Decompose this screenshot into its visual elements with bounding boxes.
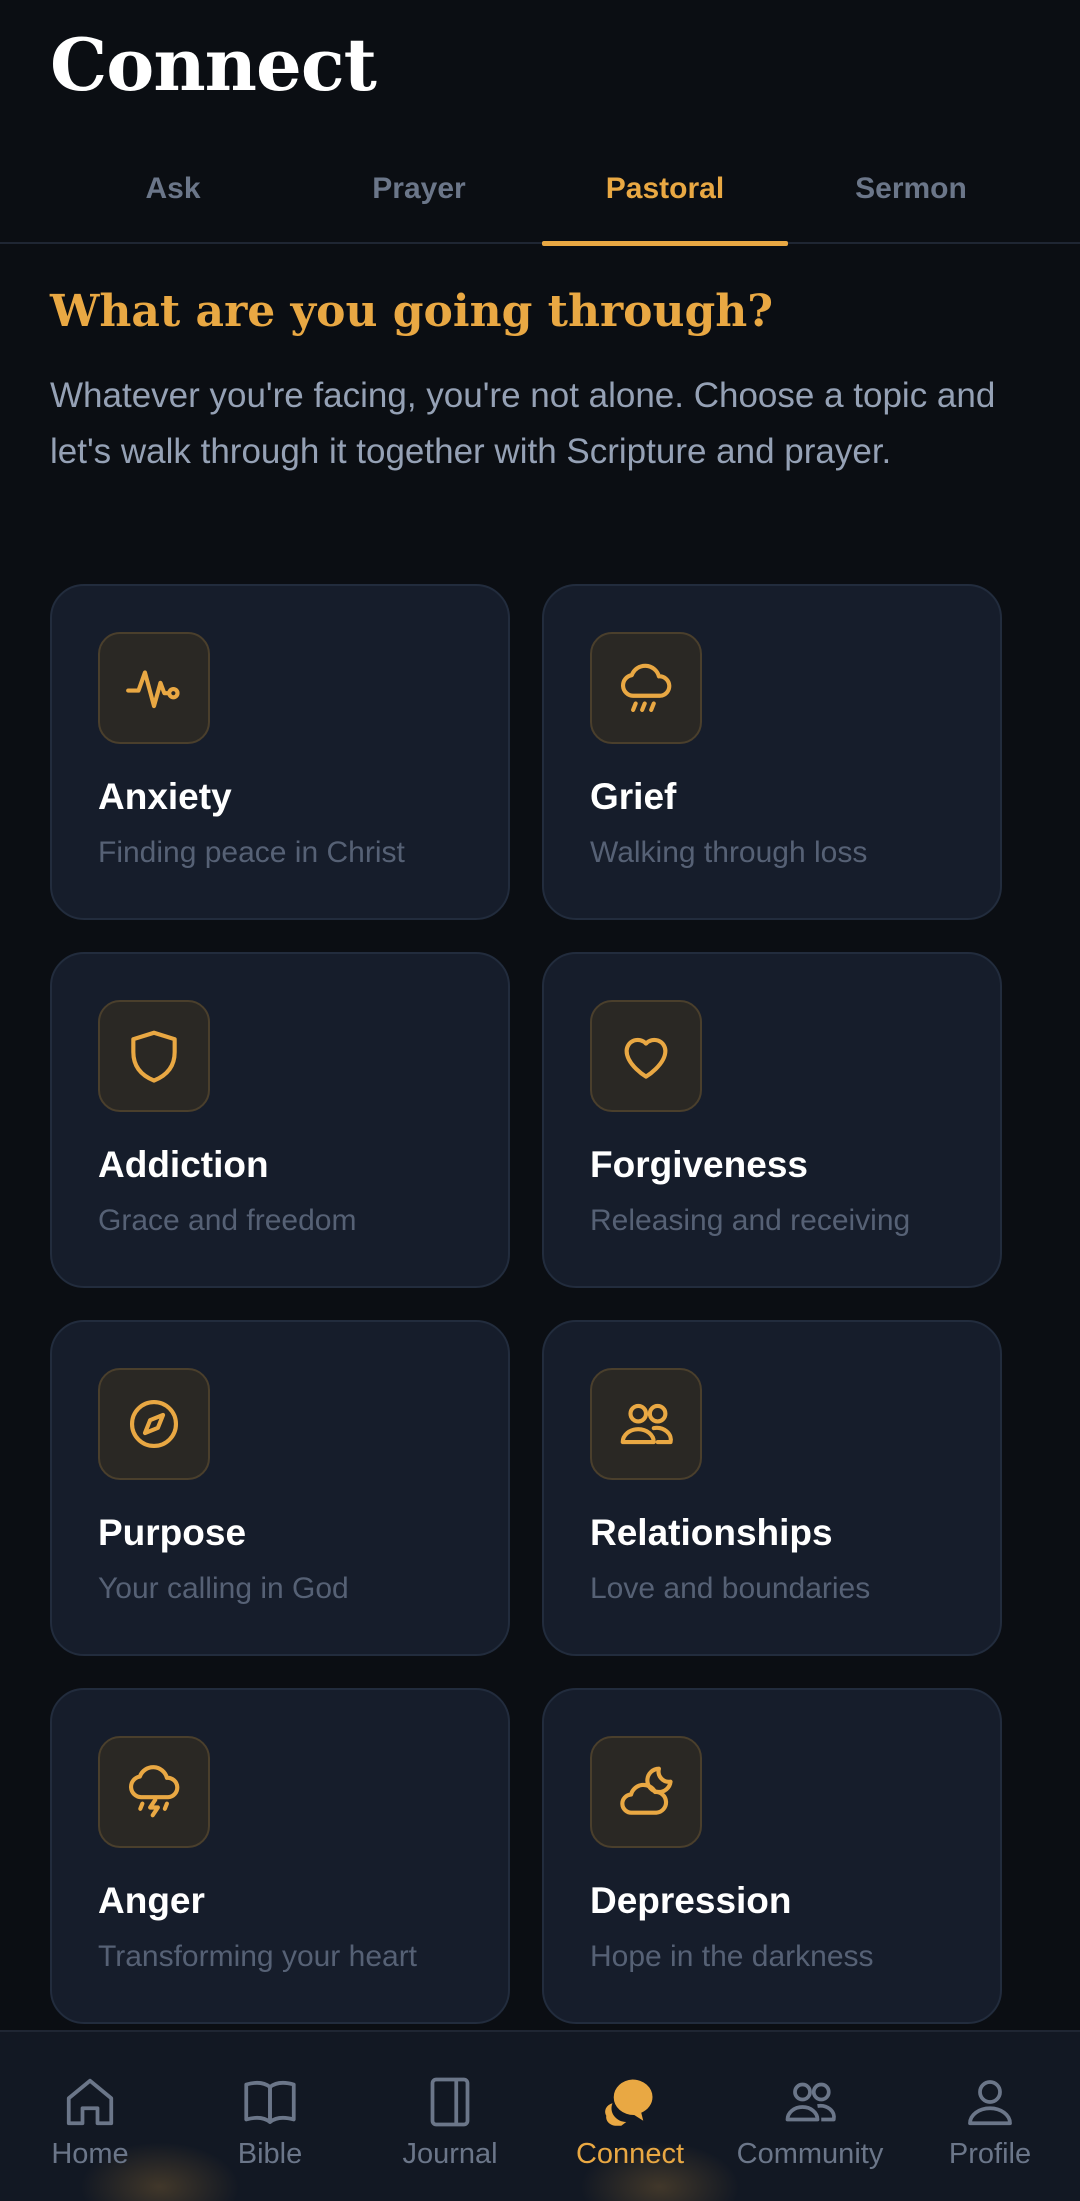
topic-title: Depression: [590, 1880, 792, 1921]
topic-icon-box: [590, 1000, 702, 1112]
topic-icon-box: [98, 632, 210, 744]
topic-card-anger[interactable]: Anger Transforming your heart: [50, 1688, 510, 2024]
topic-title: Relationships: [590, 1512, 833, 1553]
topic-card-forgiveness[interactable]: Forgiveness Releasing and receiving: [542, 952, 1002, 1288]
nav-label: Bible: [237, 2138, 303, 2170]
topic-icon-box: [590, 632, 702, 744]
topic-card-addiction[interactable]: Addiction Grace and freedom: [50, 952, 510, 1288]
topic-icon-box: [590, 1736, 702, 1848]
user-icon: [968, 2080, 1012, 2126]
tab-bar: Ask Prayer Pastoral Sermon: [0, 150, 1080, 246]
people-icon: [785, 2082, 836, 2122]
topic-subtitle: Walking through loss: [590, 836, 868, 869]
storm-cloud-icon: [129, 1765, 180, 1818]
topic-title: Anxiety: [98, 776, 232, 817]
topic-subtitle: Grace and freedom: [98, 1204, 357, 1237]
nav-label: Profile: [948, 2138, 1032, 2170]
home-icon: [66, 2078, 114, 2126]
tab-sermon[interactable]: Sermon: [788, 150, 1034, 244]
nav-journal[interactable]: Journal: [360, 2032, 540, 2201]
topic-card-anxiety[interactable]: Anxiety Finding peace in Christ: [50, 584, 510, 920]
page-title: Connect: [50, 22, 377, 107]
topic-subtitle: Releasing and receiving: [590, 1204, 911, 1237]
topic-subtitle: Hope in the darkness: [590, 1940, 874, 1973]
cloud-moon-icon: [620, 1766, 673, 1815]
topic-title: Addiction: [98, 1144, 269, 1185]
tab-pastoral[interactable]: Pastoral: [542, 150, 788, 246]
topic-card-depression[interactable]: Depression Hope in the darkness: [542, 1688, 1002, 2024]
nav-profile[interactable]: Profile: [900, 2032, 1080, 2201]
chat-bubbles-icon: [605, 2079, 653, 2126]
notebook-icon: [430, 2077, 470, 2127]
nav-label: Home: [51, 2138, 129, 2170]
topic-subtitle: Love and boundaries: [590, 1572, 871, 1605]
nav-label: Community: [736, 2138, 884, 2170]
people-icon: [620, 1403, 673, 1445]
topic-icon-box: [98, 1000, 210, 1112]
book-icon: [244, 2080, 296, 2124]
topic-subtitle: Finding peace in Christ: [98, 836, 405, 869]
connect-screen: Connect Ask Prayer Pastoral Sermon What …: [0, 0, 1080, 2201]
topic-icon-box: [98, 1368, 210, 1480]
pulse-icon: [126, 670, 180, 709]
topic-title: Purpose: [98, 1512, 247, 1553]
topic-subtitle: Transforming your heart: [98, 1940, 418, 1973]
topic-card-relationships[interactable]: Relationships Love and boundaries: [542, 1320, 1002, 1656]
topic-icon-box: [98, 1736, 210, 1848]
topic-subtitle: Your calling in God: [98, 1572, 349, 1605]
rain-cloud-icon: [621, 663, 672, 713]
nav-label: Connect: [575, 2138, 684, 2170]
section-intro: Whatever you're facing, you're not alone…: [50, 376, 996, 471]
bottom-nav: Home Bible Journal Connect Community Pro…: [0, 2030, 1080, 2201]
nav-connect[interactable]: Connect: [540, 2032, 720, 2201]
nav-label: Journal: [402, 2138, 498, 2170]
topic-title: Anger: [98, 1880, 205, 1921]
compass-icon: [129, 1399, 179, 1449]
section-heading: What are you going through?: [50, 286, 774, 337]
topic-card-grief[interactable]: Grief Walking through loss: [542, 584, 1002, 920]
tab-ask[interactable]: Ask: [50, 150, 296, 244]
nav-community[interactable]: Community: [720, 2032, 900, 2201]
nav-bible[interactable]: Bible: [180, 2032, 360, 2201]
topic-title: Grief: [590, 776, 677, 817]
tab-prayer[interactable]: Prayer: [296, 150, 542, 244]
topic-card-purpose[interactable]: Purpose Your calling in God: [50, 1320, 510, 1656]
heart-icon: [624, 1037, 668, 1079]
topic-title: Forgiveness: [590, 1144, 808, 1185]
shield-icon: [131, 1030, 177, 1083]
nav-home[interactable]: Home: [0, 2032, 180, 2201]
topic-icon-box: [590, 1368, 702, 1480]
